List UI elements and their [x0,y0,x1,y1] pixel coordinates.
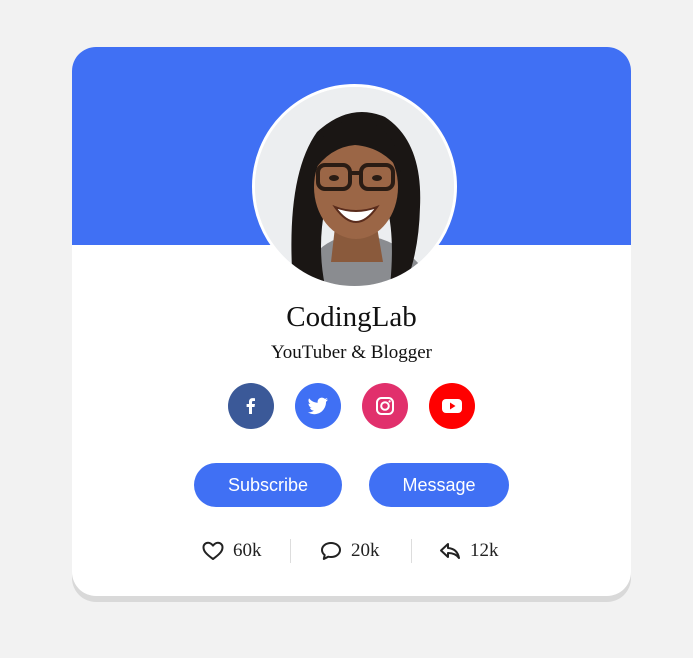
heart-icon [202,541,224,560]
youtube-icon [442,399,462,413]
youtube-button[interactable] [429,383,475,429]
stat-divider [411,539,412,563]
stat-divider [290,539,291,563]
shares-count: 12k [470,540,499,561]
likes-count: 60k [233,540,262,561]
comment-icon [321,542,341,560]
share-icon [440,543,460,559]
comments-stat[interactable]: 20k [320,537,380,565]
likes-stat[interactable]: 60k [202,537,262,565]
profile-name: CodingLab [286,301,417,333]
instagram-button[interactable] [362,383,408,429]
message-button[interactable]: Message [369,463,509,507]
profile-job: YouTuber & Blogger [270,342,432,363]
facebook-icon [246,398,255,414]
comments-count: 20k [351,540,380,561]
instagram-icon [376,397,394,415]
profile-card: CodingLab YouTuber & Blogger Subscribe M… [72,47,631,596]
facebook-button[interactable] [228,383,274,429]
twitter-icon [307,397,328,415]
avatar [252,84,457,289]
subscribe-button[interactable]: Subscribe [194,463,342,507]
twitter-button[interactable] [295,383,341,429]
shares-stat[interactable]: 12k [439,537,499,565]
avatar-image [255,87,454,286]
